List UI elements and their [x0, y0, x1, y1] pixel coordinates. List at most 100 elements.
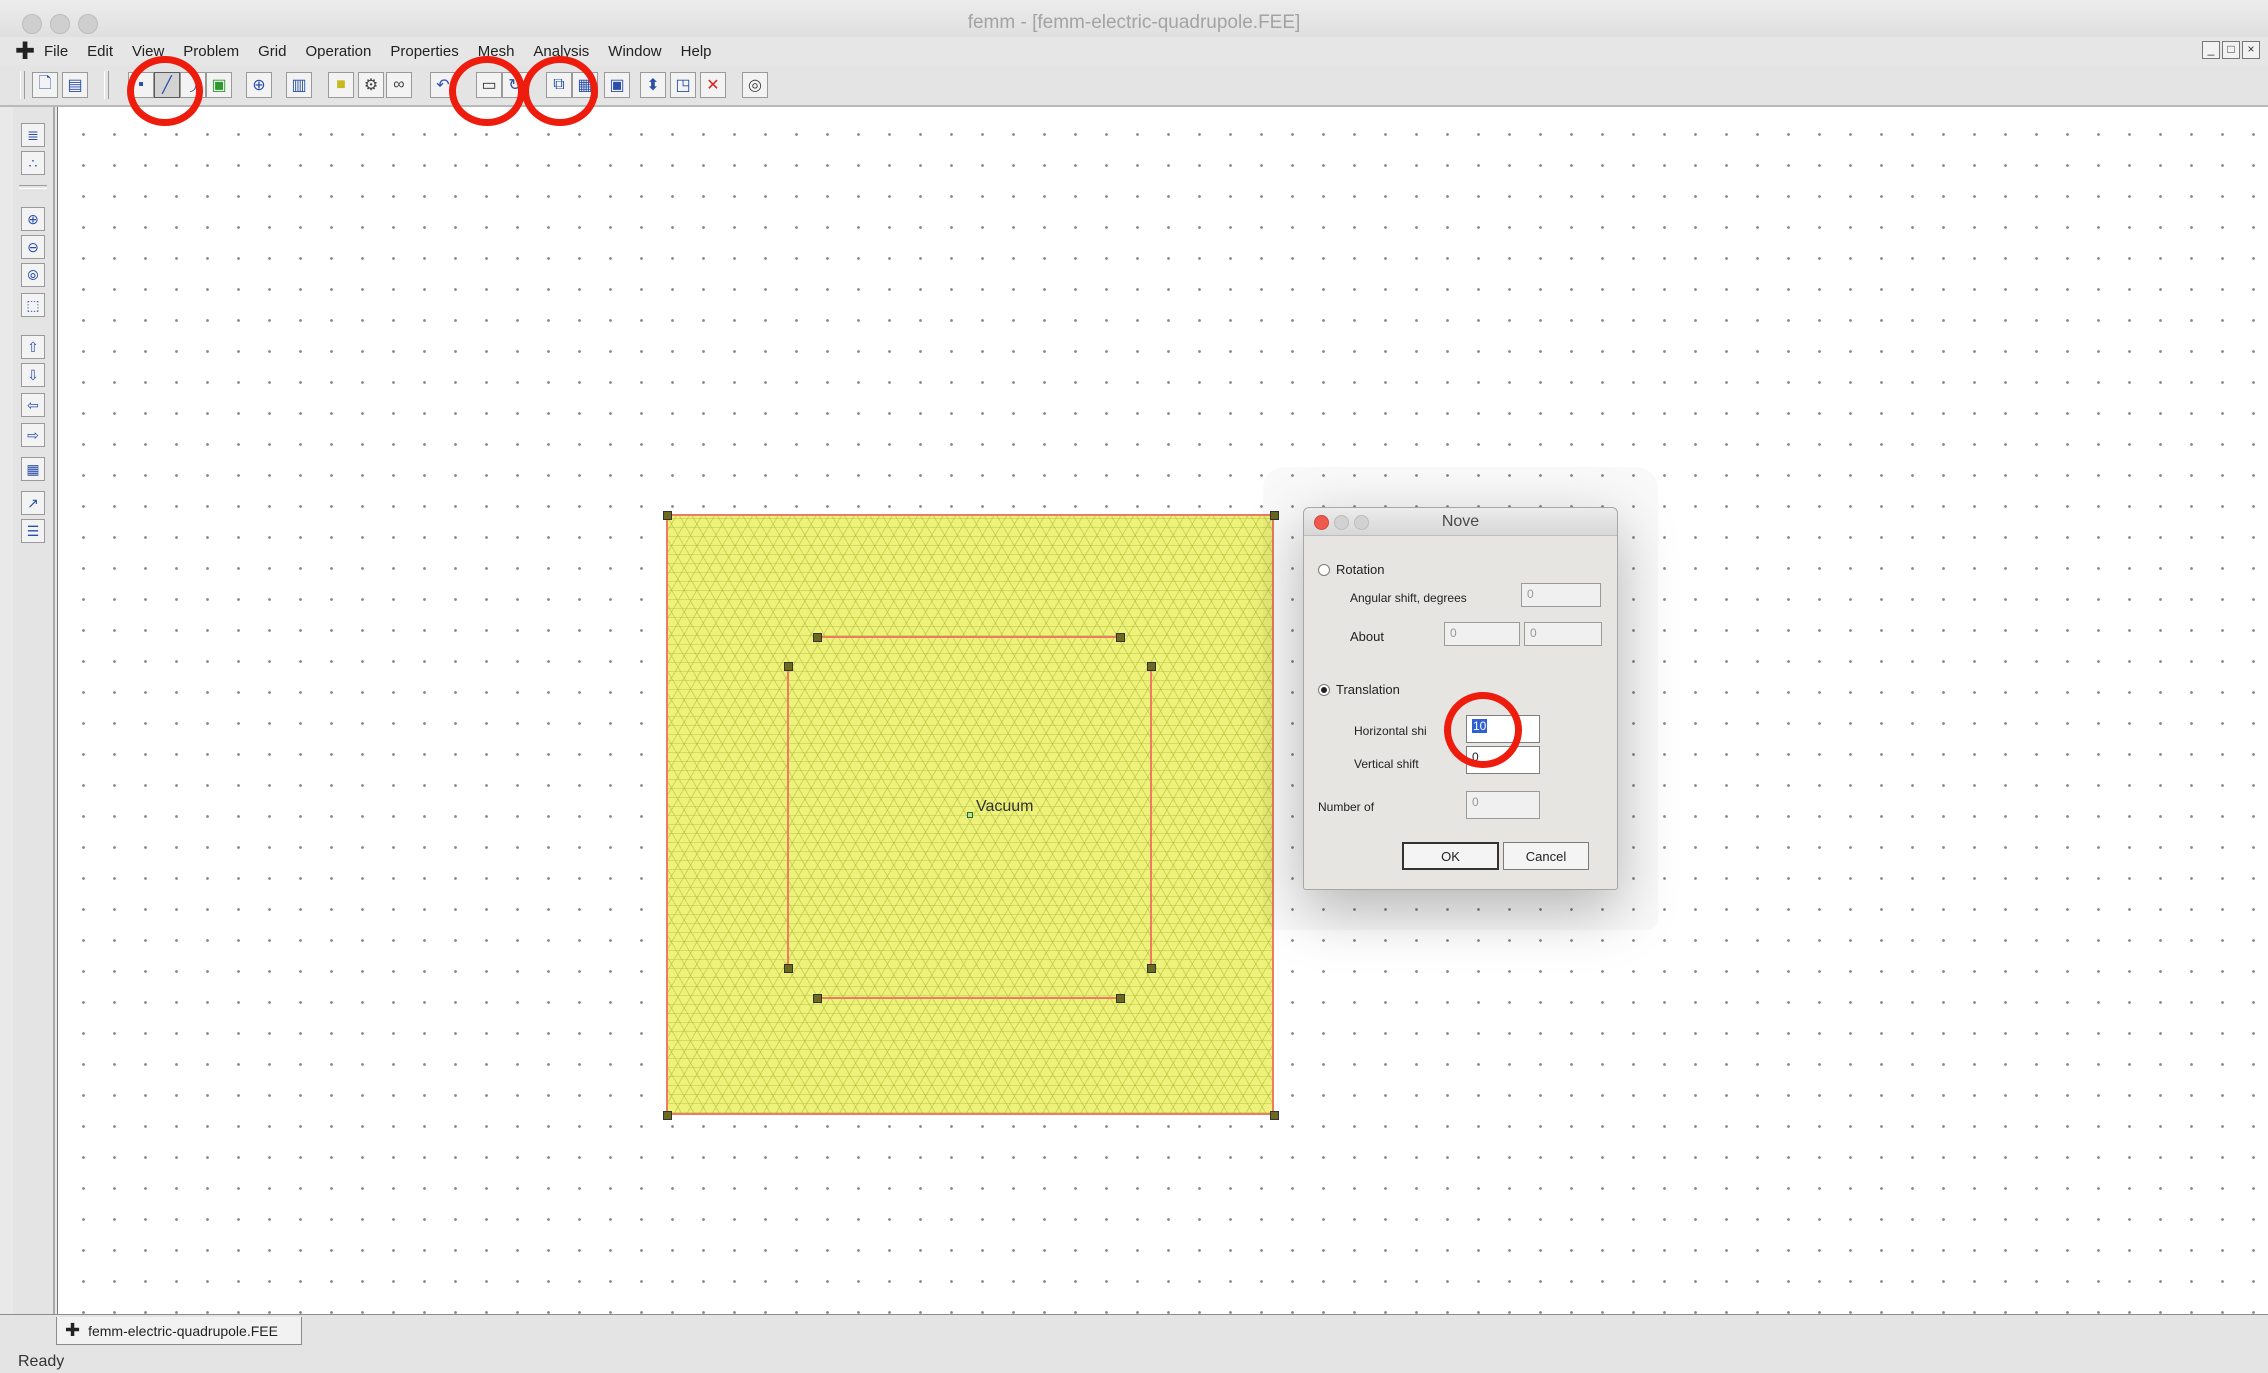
set-grid-button[interactable]: ☰ [21, 519, 45, 543]
horizontal-shift-field[interactable]: 10 [1466, 715, 1540, 743]
mdi-restore-button[interactable]: □ [2222, 41, 2240, 59]
open-file-button[interactable]: ▤ [62, 72, 88, 98]
main-toolbar: 🗋 ▤ ▪ ╱ ◞ ▣ ⊕ ▥ ■ ⚙ ∞ ↶ ▭ ↻ ⧉ ▦ ▣ ⬍ ◳ ✕ … [0, 65, 2268, 107]
inner-node[interactable] [1116, 994, 1125, 1003]
mesh-button[interactable]: ■ [328, 72, 354, 98]
about-y-field[interactable]: 0 [1524, 622, 1602, 646]
document-tab-strip: ✚ femm-electric-quadrupole.FEE [0, 1314, 2268, 1351]
mdi-minimize-button[interactable]: _ [2202, 41, 2220, 59]
pan-up-button[interactable]: ⇧ [21, 335, 45, 359]
move-button[interactable]: ▭ [476, 72, 502, 98]
inner-segment-right[interactable] [1150, 666, 1152, 968]
segment-mode-button[interactable]: ╱ [154, 72, 180, 98]
delete-button[interactable]: ✕ [700, 72, 726, 98]
about-label: About [1350, 629, 1384, 644]
menu-file[interactable]: File [44, 43, 77, 60]
zoom-in-button[interactable]: ⊕ [21, 207, 45, 231]
undo-icon: ↶ [436, 77, 450, 94]
properties-button[interactable]: ▥ [286, 72, 312, 98]
rotate-icon: ↻ [508, 77, 522, 94]
angular-shift-field[interactable]: 0 [1521, 583, 1601, 607]
paste-icon: ▦ [577, 77, 593, 94]
move-dialog: Nove Rotation Angular shift, degrees 0 A… [1303, 507, 1618, 890]
zoom-window-button[interactable]: ⬚ [21, 293, 45, 317]
menu-analysis[interactable]: Analysis [533, 43, 598, 60]
inner-node[interactable] [813, 994, 822, 1003]
number-of-copies-field[interactable]: 0 [1466, 791, 1540, 819]
horizontal-shift-selected-text: 10 [1472, 719, 1488, 733]
pan-down-button[interactable]: ⇩ [21, 363, 45, 387]
ok-button[interactable]: OK [1402, 842, 1499, 870]
paste-button[interactable]: ▦ [572, 72, 598, 98]
undo-button[interactable]: ↶ [430, 72, 456, 98]
cancel-button[interactable]: Cancel [1503, 842, 1589, 870]
analyze-button[interactable]: ⚙ [358, 72, 384, 98]
copy-button[interactable]: ⧉ [546, 72, 572, 98]
menu-view[interactable]: View [132, 43, 173, 60]
scale-button[interactable]: ▣ [604, 72, 630, 98]
rotation-radio[interactable] [1318, 564, 1330, 576]
inner-segment-top[interactable] [817, 636, 1120, 638]
outer-node[interactable] [1270, 1111, 1279, 1120]
menu-mesh[interactable]: Mesh [478, 43, 524, 60]
inner-node[interactable] [784, 662, 793, 671]
menu-problem[interactable]: Problem [183, 43, 248, 60]
menu-help[interactable]: Help [681, 43, 721, 60]
view-results-button[interactable]: ∞ [386, 72, 412, 98]
inner-segment-bottom[interactable] [817, 997, 1120, 999]
drawing-canvas[interactable]: Vacuum [57, 107, 2268, 1314]
femm-app-icon[interactable]: ✚ [15, 40, 35, 64]
show-points-button[interactable]: ∴ [21, 151, 45, 175]
menu-edit[interactable]: Edit [87, 43, 122, 60]
pan-right-button[interactable]: ⇨ [21, 423, 45, 447]
show-grid-button[interactable]: ▦ [21, 457, 45, 481]
arc-mode-button[interactable]: ◞ [180, 72, 206, 98]
mdi-close-button[interactable]: × [2242, 41, 2260, 59]
inner-node[interactable] [1147, 662, 1156, 671]
arrow-down-icon: ⇩ [27, 366, 39, 383]
document-tab[interactable]: ✚ femm-electric-quadrupole.FEE [56, 1317, 302, 1345]
menu-properties[interactable]: Properties [390, 43, 467, 60]
zoom-in-icon: ⊕ [27, 210, 39, 227]
horizontal-shift-label: Horizontal shi [1354, 724, 1427, 738]
snap-grid-button[interactable]: ↗ [21, 491, 45, 515]
move-icon: ▭ [481, 77, 497, 94]
pan-left-button[interactable]: ⇦ [21, 393, 45, 417]
outer-node[interactable] [663, 1111, 672, 1120]
fillet-button[interactable]: ◳ [670, 72, 696, 98]
translation-radio[interactable] [1318, 684, 1330, 696]
outer-node[interactable] [663, 511, 672, 520]
menu-operation[interactable]: Operation [305, 43, 380, 60]
show-names-button[interactable]: ≣ [21, 123, 45, 147]
block-label-marker[interactable] [967, 812, 973, 818]
zoom-out-button[interactable]: ⊖ [21, 235, 45, 259]
folder-icon: ▤ [67, 77, 83, 94]
settings-button[interactable]: ◎ [742, 72, 768, 98]
point-mode-button[interactable]: ▪ [128, 72, 154, 98]
vertical-shift-field[interactable]: 0 [1466, 746, 1540, 774]
outer-node[interactable] [1270, 511, 1279, 520]
vertical-shift-label: Vertical shift [1354, 757, 1419, 771]
block-label-mode-button[interactable]: ▣ [206, 72, 232, 98]
zoom-natural-button[interactable]: ⦾ [21, 263, 45, 287]
menu-grid[interactable]: Grid [258, 43, 295, 60]
femm-doc-icon: ✚ [65, 1320, 81, 1340]
about-x-field[interactable]: 0 [1444, 622, 1520, 646]
snap-icon: ↗ [27, 494, 39, 511]
view-toolbar-separator [19, 185, 47, 189]
group-mode-button[interactable]: ⊕ [246, 72, 272, 98]
inner-segment-left[interactable] [787, 666, 789, 968]
inner-node[interactable] [813, 633, 822, 642]
menu-window[interactable]: Window [608, 43, 670, 60]
rotate-button[interactable]: ↻ [502, 72, 528, 98]
mesh-outer-boundary[interactable]: Vacuum [663, 511, 1279, 1120]
region-label: Vacuum [976, 798, 1034, 815]
translation-label: Translation [1336, 682, 1400, 697]
inner-node[interactable] [1116, 633, 1125, 642]
inner-node[interactable] [1147, 964, 1156, 973]
zoom-out-icon: ⊖ [27, 238, 39, 255]
inner-node[interactable] [784, 964, 793, 973]
dialog-title-bar: Nove [1304, 508, 1617, 536]
new-file-button[interactable]: 🗋 [32, 72, 58, 98]
mirror-button[interactable]: ⬍ [640, 72, 666, 98]
